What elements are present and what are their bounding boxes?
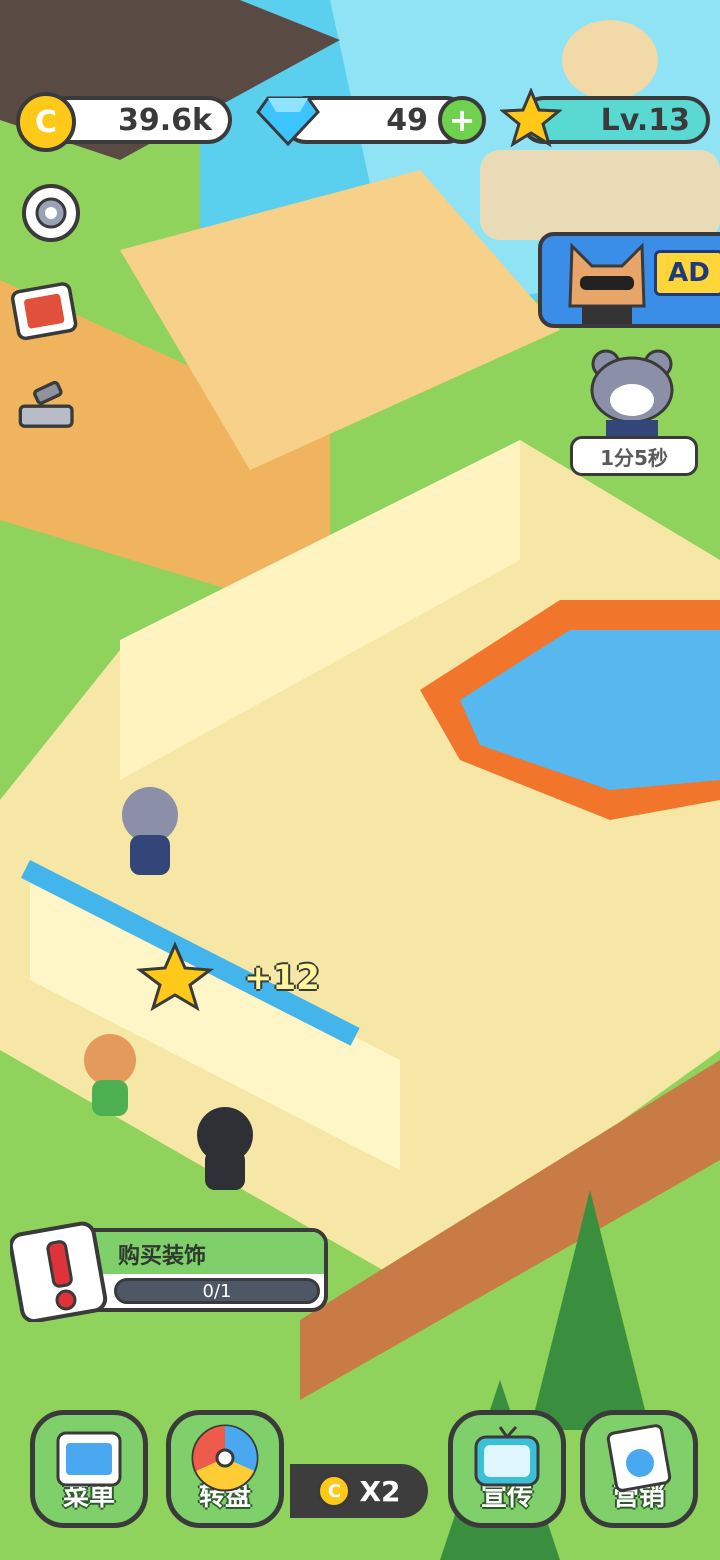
marketing-button[interactable]: 营销 (580, 1410, 698, 1528)
coin-icon: C (16, 92, 76, 152)
guest-cat (122, 787, 178, 875)
task-alert-icon[interactable] (10, 1218, 110, 1322)
add-gems-button[interactable]: + (438, 96, 486, 144)
settings-icon (22, 184, 80, 242)
gem-value: 49 (386, 102, 428, 138)
settings-button[interactable] (16, 178, 86, 248)
album-button[interactable] (10, 276, 80, 346)
newspaper-icon (606, 1424, 672, 1492)
task-progress-bar: 0/1 (114, 1278, 320, 1304)
coin-icon-small: C (317, 1474, 352, 1508)
guest-cat-black (197, 1107, 253, 1190)
wheel-button[interactable]: 转盘 (166, 1410, 284, 1528)
task-title: 购买装饰 (118, 1244, 207, 1269)
add-icon: + (448, 101, 476, 139)
ad-badge: AD (654, 250, 720, 296)
build-icon (18, 380, 74, 428)
menu-button[interactable]: 菜单 (30, 1410, 148, 1528)
multiplier-text: X2 (359, 1474, 401, 1508)
ad-reward-button[interactable]: AD (538, 232, 720, 328)
floating-reward-text: +12 (244, 958, 320, 998)
album-icon (10, 282, 78, 341)
level-value: Lv.13 (600, 102, 690, 138)
wheel-icon (191, 1424, 259, 1492)
task-progress-text: 0/1 (202, 1280, 232, 1302)
visitor-cat-icon[interactable] (584, 348, 680, 438)
visitor-timer: 1分5秒 (570, 436, 698, 476)
gem-icon (256, 96, 320, 146)
tv-icon (474, 1425, 540, 1487)
star-icon (500, 88, 562, 148)
build-button[interactable] (12, 372, 82, 442)
promo-button[interactable]: 宣传 (448, 1410, 566, 1528)
ad-dog-icon (568, 242, 646, 324)
coin-value: 39.6k (118, 102, 212, 138)
menu-icon (56, 1431, 122, 1487)
multiplier-badge[interactable]: C X2 (290, 1464, 428, 1518)
